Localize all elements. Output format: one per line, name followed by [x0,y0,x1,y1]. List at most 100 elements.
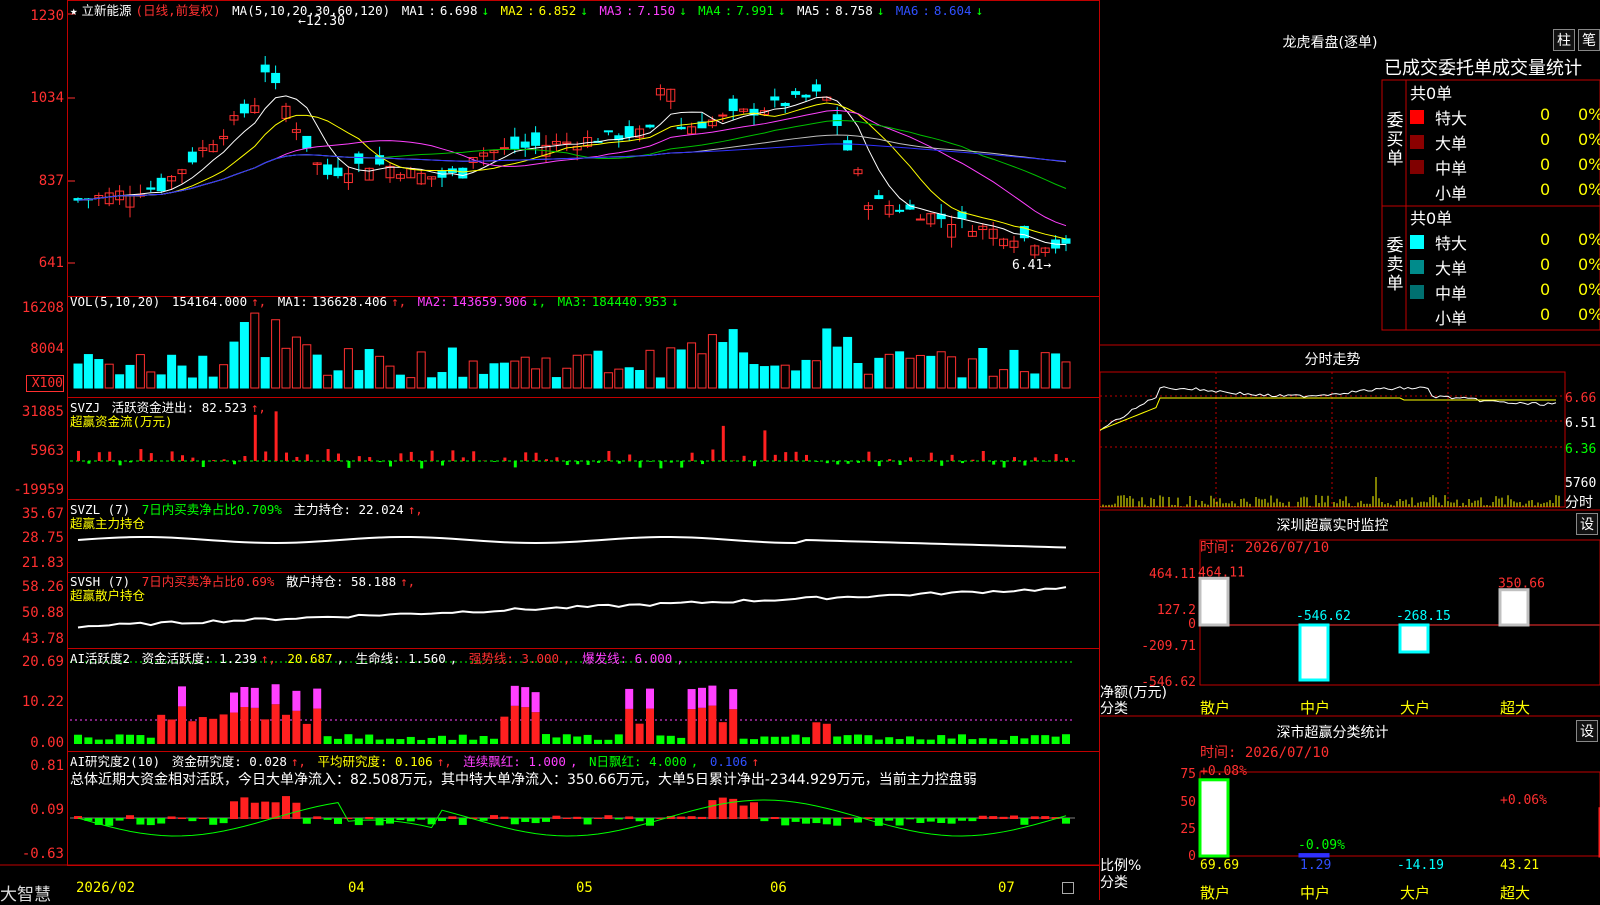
monitor-bar [1200,578,1228,625]
x-axis-label: 06 [770,880,787,896]
ai-research-header: AI研究度2(10) 资金研究度: 0.028↑, 平均研究度: 0.106↑,… [70,751,763,770]
panel-frame [68,1,1100,297]
research-bar [688,816,696,819]
research-bar [594,818,602,819]
activity-bar [677,738,685,744]
price-axis-label: 1034 [2,90,64,106]
volume-bar [823,329,831,388]
activity-bar [282,715,290,744]
ma2-name: MA2 [501,3,524,18]
fund-flow-bar [337,454,340,461]
research-bar [417,818,425,820]
activity-bar [615,734,623,744]
volume-bar [948,357,956,388]
activity-bar [656,735,664,744]
fund-flow-bar [618,461,621,464]
volume-bar [771,366,779,388]
monitor-axis-label: 464.11 [1140,567,1196,582]
volume-bar [677,350,685,388]
volume-bar [584,355,592,388]
ai2-axis-label: -0.63 [2,846,64,862]
activity-bar [698,708,706,744]
activity-bar-top [230,693,238,713]
volume-bar [916,355,924,388]
fund-flow-bar [815,461,818,462]
ma5-line [78,96,1066,245]
fund-flow-bar [555,457,558,461]
fund-flow-bar [951,455,954,461]
volume-bar [1062,362,1070,388]
research-bar [147,818,155,825]
monitor-settings-button[interactable]: 设 [1576,513,1598,535]
research-bar [719,798,727,819]
activity-bar [448,740,456,744]
volume-bar [636,371,644,388]
research-bar [532,818,540,823]
lock-icon[interactable] [1062,882,1074,894]
fund-flow-bar [233,461,236,464]
volume-bar [240,323,248,388]
price-axis-label: 1230 [2,8,64,24]
candle-body [719,115,727,116]
research-bar [251,803,259,819]
lhb-tabs[interactable]: 已成交委托单成交量统计 [1384,54,1582,80]
activity-bar [854,735,862,744]
monitor-title: 深圳超赢实时监控 [1100,515,1565,535]
research-bar [1010,816,1018,819]
activity-bar [760,737,768,744]
volume-bar [937,352,945,388]
volume-bar [147,372,155,388]
vol-panel-header: VOL(5,10,20) 154164.000↑, MA1:136628.406… [70,294,683,309]
volume-bar [927,356,935,388]
volume-bar [646,350,654,388]
volume-bar [656,378,664,388]
volume-bar [209,377,217,388]
fund-flow-bar [306,454,309,461]
activity-bar [469,740,477,744]
activity-bar-top [729,689,737,709]
pen-mode-button[interactable]: 笔 [1578,29,1600,51]
volume-bar [1020,372,1028,388]
activity-bar [979,738,987,744]
bar-mode-button[interactable]: 柱 [1553,29,1575,51]
ma1-name: MA1 [402,3,425,18]
classify-settings-button[interactable]: 设 [1576,720,1598,742]
volume-bar [261,358,269,388]
vol-ma3: 184440.953 [592,294,667,309]
classify-bar [1200,780,1228,856]
ai-activity-header: AI活跃度2 资金活跃度: 1.239↑, 20.687, 生命线: 1.560… [70,648,688,667]
research-bar [396,818,404,820]
fund-flow-bar [680,461,683,468]
fund-flow-bar [971,460,974,461]
research-bar [792,818,800,822]
volume-bar [365,350,373,388]
volume-bar [188,378,196,388]
ai1-axis-label: 10.22 [2,694,64,710]
activity-bar [948,739,956,744]
volume-bar [324,375,332,388]
chart-area[interactable]: ★立新能源(日线,前复权) MA(5,10,20,30,60,120) MA1:… [0,0,1100,900]
high-price-mark: ←12.30 [298,14,345,29]
activity-bar [708,706,716,744]
volume-bar [448,348,456,388]
fund-flow-bar [576,461,579,464]
svzj-sub: 超赢资金流(万元) [70,411,173,430]
ai2-axis-label: 0.81 [2,758,64,774]
ma4-name: MA4 [698,3,721,18]
volume-bar [958,378,966,388]
fund-flow-bar [701,461,704,464]
classify-top-label: -0.09% [1298,838,1345,853]
svsh-sub: 超赢散户持仓 [70,585,145,604]
activity-bar [833,737,841,744]
research-bar [500,817,508,819]
fund-flow-bar [171,451,174,461]
fund-flow-bar [108,452,111,461]
candle-body [261,65,269,72]
monitor-cat: 大户 [1400,697,1430,718]
candle-body [303,136,311,148]
svsh-axis-label: 43.78 [2,631,64,647]
volume-bar [136,355,144,388]
research-bar [979,816,987,819]
fund-flow-bar [181,455,184,461]
classify-top-label: +0.08% [1200,764,1247,779]
